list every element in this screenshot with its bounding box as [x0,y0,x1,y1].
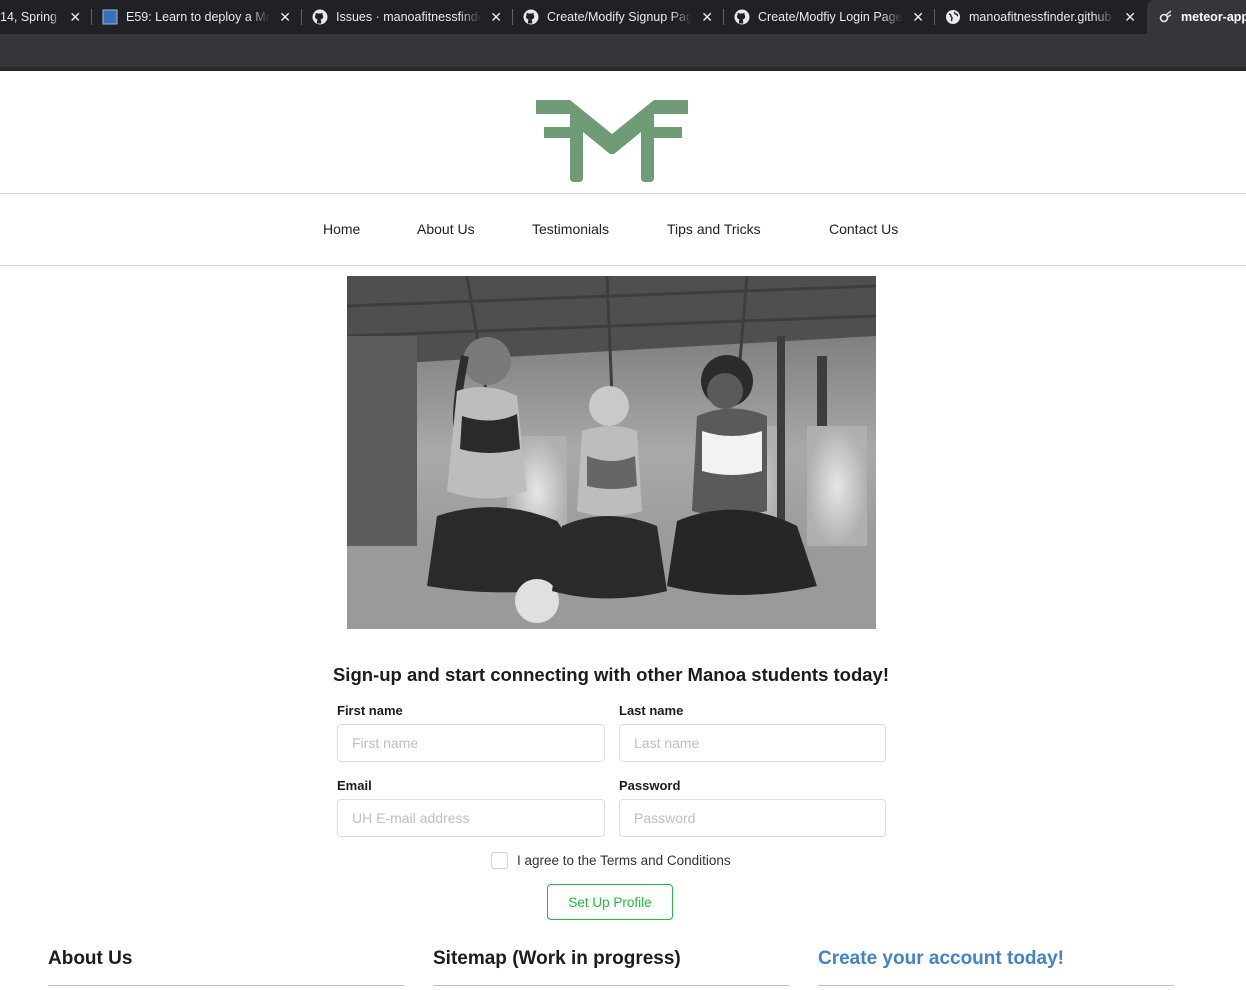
github-icon [523,9,539,25]
menu-item-about-us[interactable]: About Us [417,221,475,237]
browser-tab[interactable]: manoafitnessfinder.github.i ✕ [935,0,1147,34]
tab-close-icon[interactable]: ✕ [1123,9,1137,26]
footer-sitemap: Sitemap (Work in progress) [433,948,789,986]
menu-item-testimonials[interactable]: Testimonials [532,221,609,237]
tab-title: Issues · manoafitnessfinder/ [336,10,482,24]
menu-item-home[interactable]: Home [323,221,360,237]
tab-title: meteor-appl [1181,10,1246,24]
browser-toolbar [0,34,1246,71]
tab-close-icon[interactable]: ✕ [700,9,714,26]
terms-label[interactable]: I agree to the Terms and Conditions [517,853,731,868]
email-label: Email [337,778,372,793]
browser-tab-strip: 14, Spring 2 ✕ E59: Learn to deploy a Me… [0,0,1246,34]
footer-about-title: About Us [48,948,404,986]
first-name-input[interactable] [337,724,605,762]
footer-about: About Us [48,948,404,986]
tab-title: 14, Spring 2 [0,10,60,24]
email-input[interactable] [337,799,605,837]
browser-tab[interactable]: Create/Modify Signup Page ✕ [513,0,724,34]
app-square-icon [102,9,118,25]
browser-tab-active[interactable]: meteor-appl [1147,0,1246,34]
main-menu: Home About Us Testimonials Tips and Tric… [0,195,1246,266]
footer-create-account: Create your account today! [818,948,1174,986]
tab-close-icon[interactable]: ✕ [911,9,925,26]
set-up-profile-button[interactable]: Set Up Profile [547,884,673,920]
tab-title: manoafitnessfinder.github.i [969,10,1116,24]
terms-checkbox[interactable] [491,852,508,869]
browser-tab[interactable]: 14, Spring 2 ✕ [0,0,92,34]
browser-tab[interactable]: Create/Modfiy Login Page · ✕ [724,0,935,34]
meteor-icon [1157,9,1173,25]
password-label: Password [619,778,681,793]
signup-title: Sign-up and start connecting with other … [332,664,890,685]
menu-item-contact-us[interactable]: Contact Us [829,221,898,237]
hero-image [347,276,876,629]
site-header [0,71,1246,194]
terms-row: I agree to the Terms and Conditions [491,852,731,869]
github-icon [312,9,328,25]
fmf-logo[interactable] [536,100,688,182]
page: Home About Us Testimonials Tips and Tric… [0,71,1246,990]
create-account-link[interactable]: Create your account today! [818,948,1174,986]
browser-tab[interactable]: Issues · manoafitnessfinder/ ✕ [302,0,513,34]
first-name-label: First name [337,703,403,718]
github-icon [734,9,750,25]
tab-title: Create/Modify Signup Page [547,10,693,24]
tab-title: E59: Learn to deploy a Mete [126,10,271,24]
tab-close-icon[interactable]: ✕ [68,9,82,26]
password-input[interactable] [619,799,886,837]
browser-tab[interactable]: E59: Learn to deploy a Mete ✕ [92,0,302,34]
menu-item-tips-and-tricks[interactable]: Tips and Tricks [667,221,761,237]
globe-icon [945,9,961,25]
last-name-label: Last name [619,703,684,718]
tab-title: Create/Modfiy Login Page · [758,10,904,24]
last-name-input[interactable] [619,724,886,762]
tab-close-icon[interactable]: ✕ [489,9,503,26]
footer-sitemap-title: Sitemap (Work in progress) [433,948,789,986]
hero-photo [347,276,876,629]
tab-close-icon[interactable]: ✕ [278,9,292,26]
